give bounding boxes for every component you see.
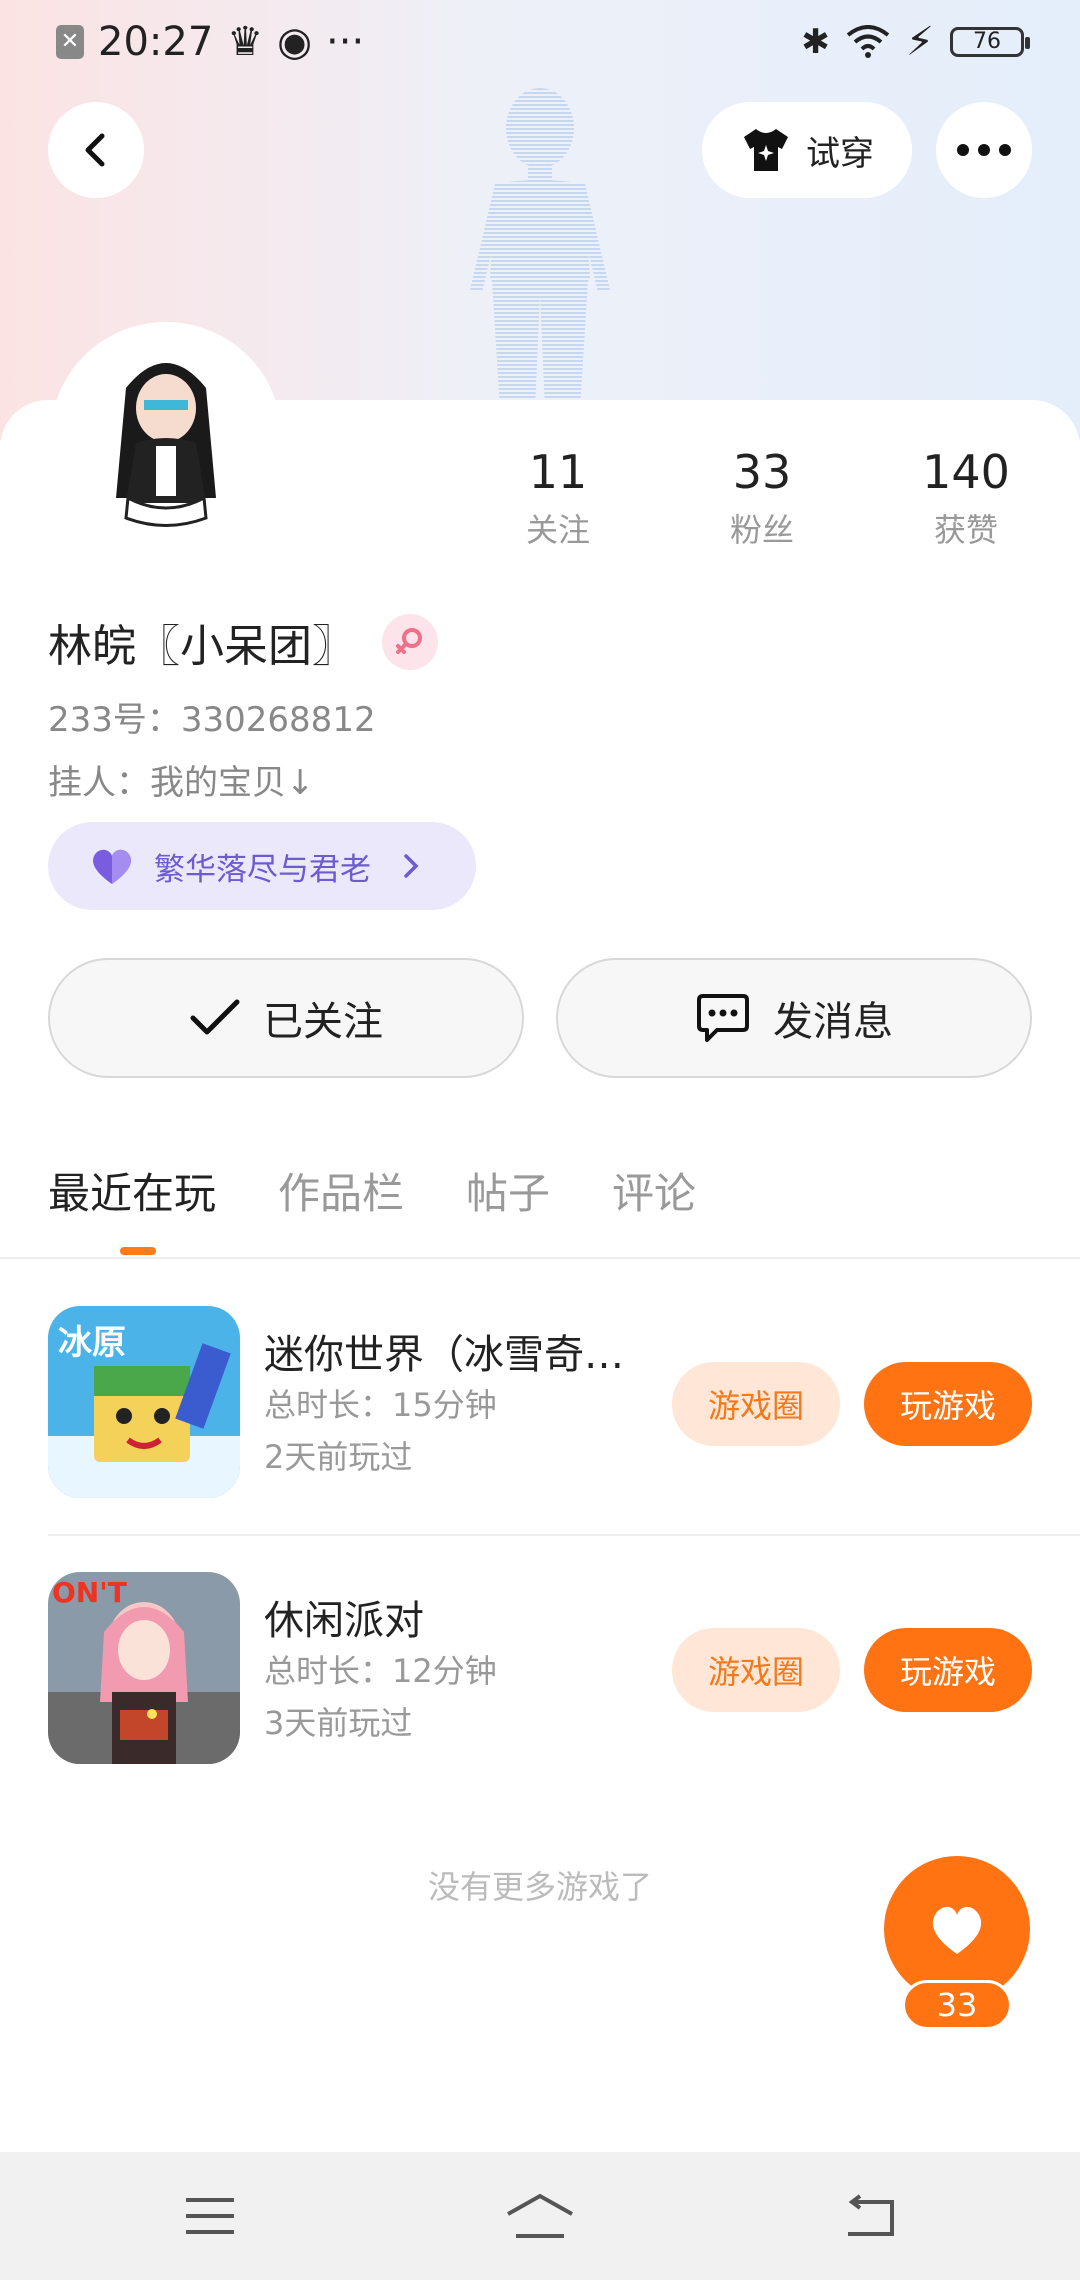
charging-icon: ⚡ [905, 19, 934, 65]
message-button[interactable]: 发消息 [556, 958, 1032, 1078]
stat-likes[interactable]: 140 获赞 [886, 445, 1046, 551]
home-button[interactable] [500, 2186, 580, 2246]
status-time: 20:27 [98, 19, 214, 65]
check-icon [190, 999, 240, 1035]
game-name: 休闲派对 [264, 1598, 424, 1644]
battery-level: 76 [973, 29, 1001, 54]
like-count: 33 [902, 1980, 1012, 2030]
stat-value: 140 [922, 445, 1010, 499]
stat-value: 33 [732, 445, 792, 499]
game-icon[interactable]: ON'T [48, 1572, 240, 1764]
game-icon[interactable]: 冰原 [48, 1306, 240, 1498]
chevron-right-icon [404, 854, 419, 878]
nickname: 林皖〖小呆团〗 [48, 621, 356, 672]
game-icon-text: ON'T [52, 1576, 127, 1609]
heart-icon [93, 849, 131, 884]
row-divider [48, 1534, 1080, 1536]
stat-label: 粉丝 [729, 511, 794, 549]
game-circle-button[interactable]: 游戏圈 [672, 1362, 840, 1446]
active-tab-indicator [120, 1247, 156, 1255]
menu-icon [186, 2198, 234, 2234]
game-circle-button[interactable]: 游戏圈 [672, 1628, 840, 1712]
bio: 挂人：我的宝贝↓ [48, 763, 315, 803]
cp-tag[interactable]: 繁华落尽与君老 [48, 822, 476, 910]
back-nav-icon [848, 2194, 894, 2236]
play-game-button[interactable]: 玩游戏 [864, 1628, 1032, 1712]
battery-indicator: 76 [950, 27, 1030, 57]
notification-icon: ✕ [56, 25, 84, 59]
chat-bubble-icon [697, 994, 749, 1042]
app-icon: ◉ [277, 19, 313, 65]
cp-tag-label: 繁华落尽与君老 [154, 851, 371, 888]
try-on-label: 试穿 [806, 133, 874, 174]
followed-button[interactable]: 已关注 [48, 958, 524, 1078]
back-button[interactable] [48, 102, 144, 198]
tab-posts[interactable]: 帖子 [466, 1160, 550, 1221]
system-nav-bar [0, 2152, 1080, 2280]
followed-label: 已关注 [263, 999, 383, 1045]
stat-label: 关注 [525, 511, 590, 549]
status-bar: ✕ 20:27 ♛ ◉ ··· ✱ ⚡ 76 [0, 0, 1080, 84]
list-item[interactable]: 冰原 迷你世界（冰雪奇… 总时长：15分钟 2天前玩过 游戏圈 玩游戏 [48, 1306, 1080, 1506]
stat-value: 11 [528, 445, 588, 499]
tabs-divider [0, 1257, 1080, 1259]
tab-comments[interactable]: 评论 [612, 1160, 696, 1221]
heart-icon [932, 1906, 982, 1954]
tab-works[interactable]: 作品栏 [278, 1160, 404, 1221]
game-duration: 总时长：15分钟 [264, 1386, 497, 1424]
message-label: 发消息 [773, 999, 893, 1045]
list-item[interactable]: ON'T 休闲派对 总时长：12分钟 3天前玩过 游戏圈 玩游戏 [48, 1572, 1080, 1772]
menu-button[interactable] [170, 2186, 250, 2246]
try-on-button[interactable]: 试穿 [702, 102, 912, 198]
more-button[interactable] [936, 102, 1032, 198]
status-more: ··· [326, 19, 365, 65]
stat-label: 获赞 [933, 511, 998, 549]
back-arrow-icon [85, 133, 105, 167]
game-last-played: 3天前玩过 [264, 1704, 413, 1742]
crown-icon: ♛ [227, 19, 264, 65]
profile-stats: 11 关注 33 粉丝 140 获赞 [0, 445, 1080, 565]
tab-recently-played[interactable]: 最近在玩 [48, 1160, 216, 1221]
home-icon [507, 2193, 573, 2238]
user-id: 233号：330268812 [48, 700, 376, 740]
wifi-icon [846, 25, 890, 58]
game-name: 迷你世界（冰雪奇… [264, 1332, 624, 1378]
tshirt-icon [744, 129, 788, 171]
nickname-row: 林皖〖小呆团〗 [48, 610, 438, 674]
game-icon-text: 冰原 [58, 1323, 126, 1363]
game-last-played: 2天前玩过 [264, 1438, 413, 1476]
profile-tabs: 最近在玩 作品栏 帖子 评论 [48, 1160, 696, 1221]
back-nav-button[interactable] [830, 2186, 910, 2246]
female-icon [382, 614, 438, 670]
avatar-3d-figure [470, 88, 610, 410]
bluetooth-icon: ✱ [801, 22, 830, 62]
more-dots-icon [957, 144, 1011, 156]
stat-following[interactable]: 11 关注 [478, 445, 638, 551]
play-game-button[interactable]: 玩游戏 [864, 1362, 1032, 1446]
stat-fans[interactable]: 33 粉丝 [682, 445, 842, 551]
game-duration: 总时长：12分钟 [264, 1652, 497, 1690]
